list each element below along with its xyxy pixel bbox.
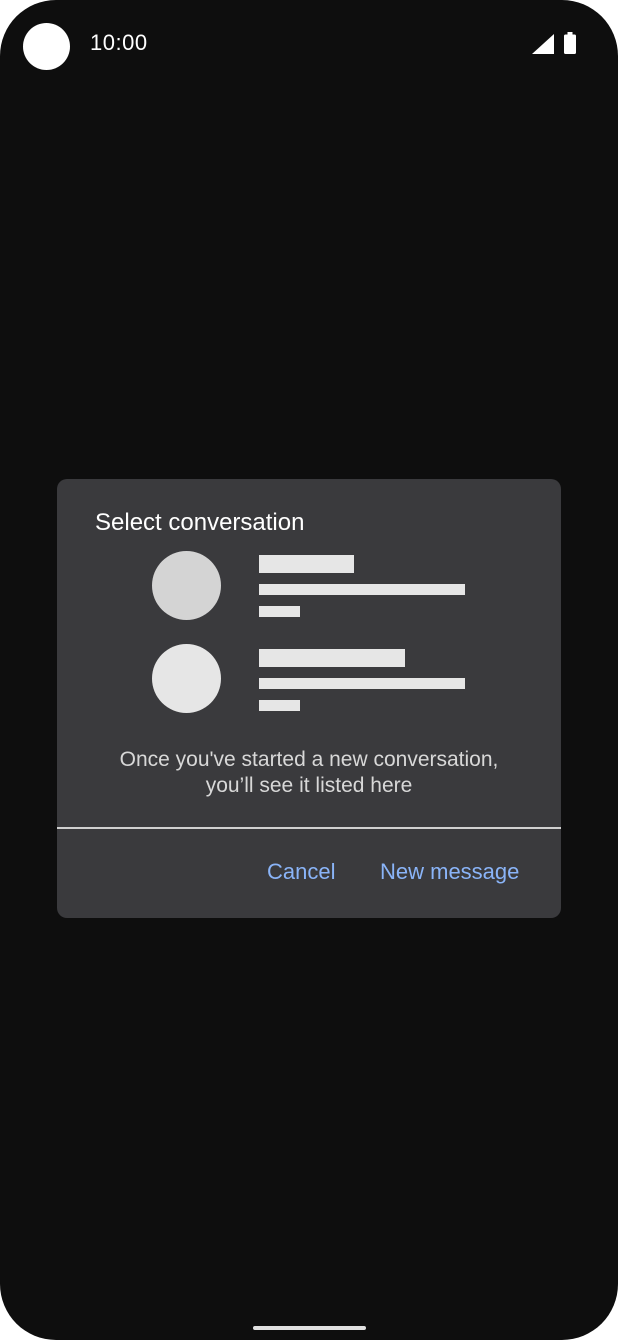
placeholder-line bbox=[259, 584, 465, 595]
placeholder-line bbox=[259, 555, 354, 573]
placeholder-line bbox=[259, 700, 300, 711]
status-bar: 10:00 bbox=[0, 0, 618, 90]
select-conversation-dialog: Select conversation Once you've started … bbox=[57, 479, 561, 918]
dialog-title: Select conversation bbox=[95, 509, 305, 536]
placeholder-conversation-2 bbox=[152, 644, 472, 714]
placeholder-line bbox=[259, 606, 300, 617]
placeholder-line bbox=[259, 678, 465, 689]
camera-cutout-icon bbox=[23, 23, 70, 70]
placeholder-avatar-icon bbox=[152, 551, 221, 620]
home-indicator[interactable] bbox=[253, 1326, 366, 1330]
placeholder-line bbox=[259, 649, 405, 667]
new-message-button[interactable]: New message bbox=[380, 859, 519, 885]
battery-icon bbox=[564, 32, 576, 54]
phone-screen: 10:00 Select conversation Once you've st… bbox=[0, 0, 618, 1340]
empty-state-message: Once you've started a new conversation, … bbox=[119, 748, 499, 797]
cancel-button[interactable]: Cancel bbox=[267, 859, 335, 885]
status-clock: 10:00 bbox=[90, 30, 148, 55]
signal-icon bbox=[532, 34, 554, 54]
placeholder-conversation-1 bbox=[152, 551, 472, 621]
placeholder-avatar-icon bbox=[152, 644, 221, 713]
dialog-actions: Cancel New message bbox=[57, 829, 561, 918]
